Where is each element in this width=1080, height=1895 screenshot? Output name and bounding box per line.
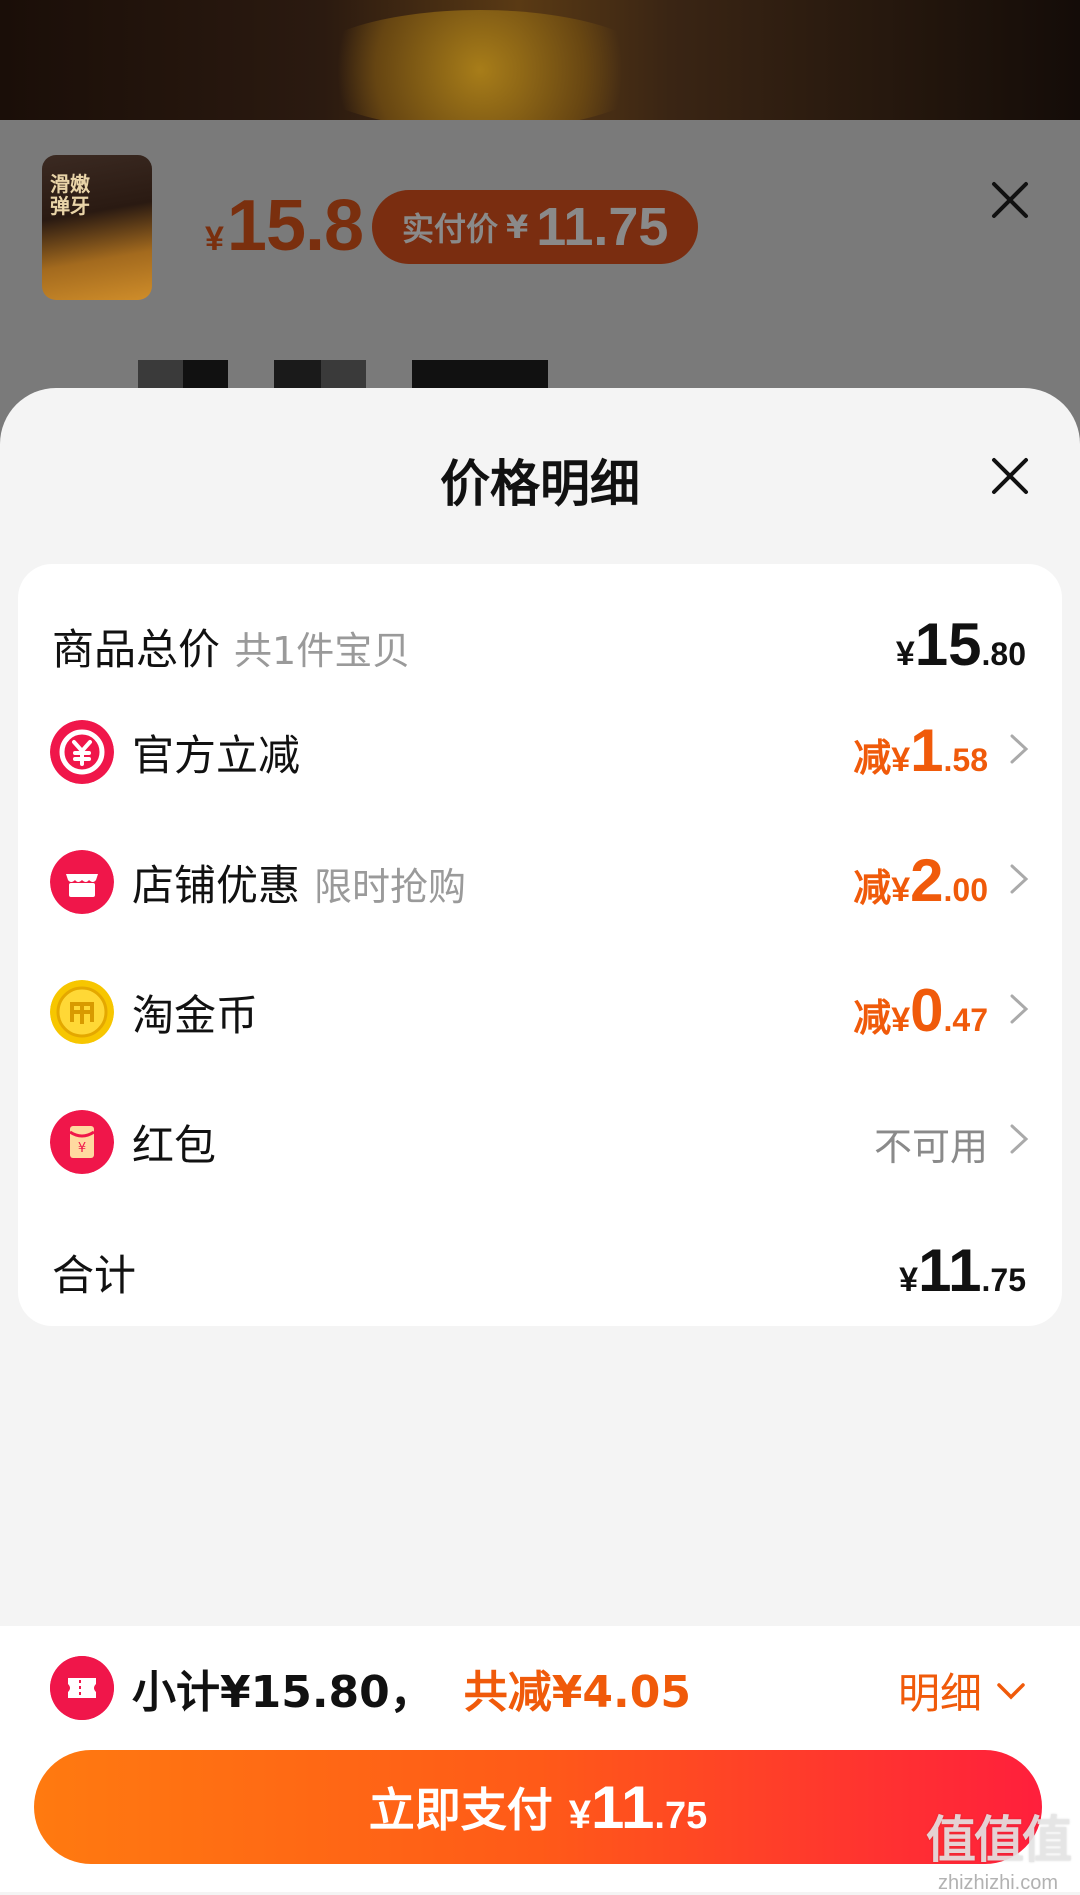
red-packet-label: 红包	[132, 1121, 217, 1170]
pay-now-label: 立即支付	[368, 1783, 553, 1837]
detail-label: 明细	[897, 1669, 982, 1718]
total-discount-text: 共减¥4.05	[463, 1667, 691, 1718]
background-banner	[0, 0, 1080, 130]
subtotal-text: 小计¥15.80，	[132, 1667, 434, 1718]
background-close-icon	[992, 182, 1028, 218]
chevron-right-icon	[1010, 734, 1029, 764]
checkout-bar: 小计¥15.80， 共减¥4.05 明细 立即支付 ¥11.75	[0, 1626, 1080, 1892]
watermark-logo: 值值值	[926, 1811, 1072, 1869]
red-packet-icon: ¥	[50, 1110, 114, 1174]
row-total-sum: 合计 ¥11.75	[18, 1222, 1062, 1312]
price-detail-card: 商品总价 共1件宝贝 ¥15.80 官方立减 减¥1.58 店铺优惠 限时抢购 …	[18, 564, 1062, 1326]
official-discount-label: 官方立减	[132, 731, 301, 780]
goods-total-amount: ¥15.80	[895, 611, 1026, 678]
row-gold-coin[interactable]: 淘金币 减¥0.47	[18, 962, 1062, 1052]
close-icon[interactable]	[990, 456, 1030, 496]
chevron-right-icon	[1010, 1124, 1029, 1154]
row-red-packet[interactable]: ¥ 红包 不可用	[18, 1092, 1062, 1182]
background-price: ¥15.8	[205, 186, 364, 266]
gold-coin-amount: 减¥0.47	[853, 977, 988, 1044]
sum-amount: ¥11.75	[899, 1237, 1026, 1304]
actual-pay-badge: 实付价 ¥ 11.75	[372, 190, 699, 264]
shop-discount-label: 店铺优惠	[132, 861, 301, 910]
sheet-title: 价格明细	[440, 455, 640, 513]
chevron-down-icon	[997, 1682, 1025, 1699]
chevron-right-icon	[1010, 864, 1029, 894]
official-discount-amount: 减¥1.58	[853, 717, 988, 784]
red-packet-status: 不可用	[873, 1125, 988, 1169]
svg-text:¥: ¥	[78, 1141, 86, 1156]
chevron-right-icon	[1010, 994, 1029, 1024]
coupon-icon	[50, 1656, 114, 1720]
official-discount-icon	[50, 720, 114, 784]
detail-toggle[interactable]: 明细	[898, 1660, 1026, 1721]
gold-coin-label: 淘金币	[132, 991, 259, 1040]
goods-total-label: 商品总价	[52, 625, 221, 674]
pay-now-amount: ¥11.75	[568, 1773, 708, 1841]
gold-coin-icon	[50, 980, 114, 1044]
row-shop-discount[interactable]: 店铺优惠 限时抢购 减¥2.00	[18, 832, 1062, 922]
shop-discount-amount: 减¥2.00	[853, 847, 988, 914]
product-thumbnail: 滑嫩弹牙	[42, 155, 152, 300]
row-goods-total: 商品总价 共1件宝贝 ¥15.80	[18, 596, 1062, 686]
pay-now-button[interactable]: 立即支付 ¥11.75	[34, 1750, 1042, 1864]
goods-count: 共1件宝贝	[234, 629, 411, 673]
row-official-discount[interactable]: 官方立减 减¥1.58	[18, 702, 1062, 792]
product-thumb-text: 滑嫩弹牙	[50, 172, 90, 218]
sum-label: 合计	[52, 1251, 137, 1300]
shop-icon	[50, 850, 114, 914]
flash-sale-tag: 限时抢购	[314, 865, 467, 909]
site-watermark: 值值值 zhizhizhi.com	[926, 1800, 1072, 1895]
